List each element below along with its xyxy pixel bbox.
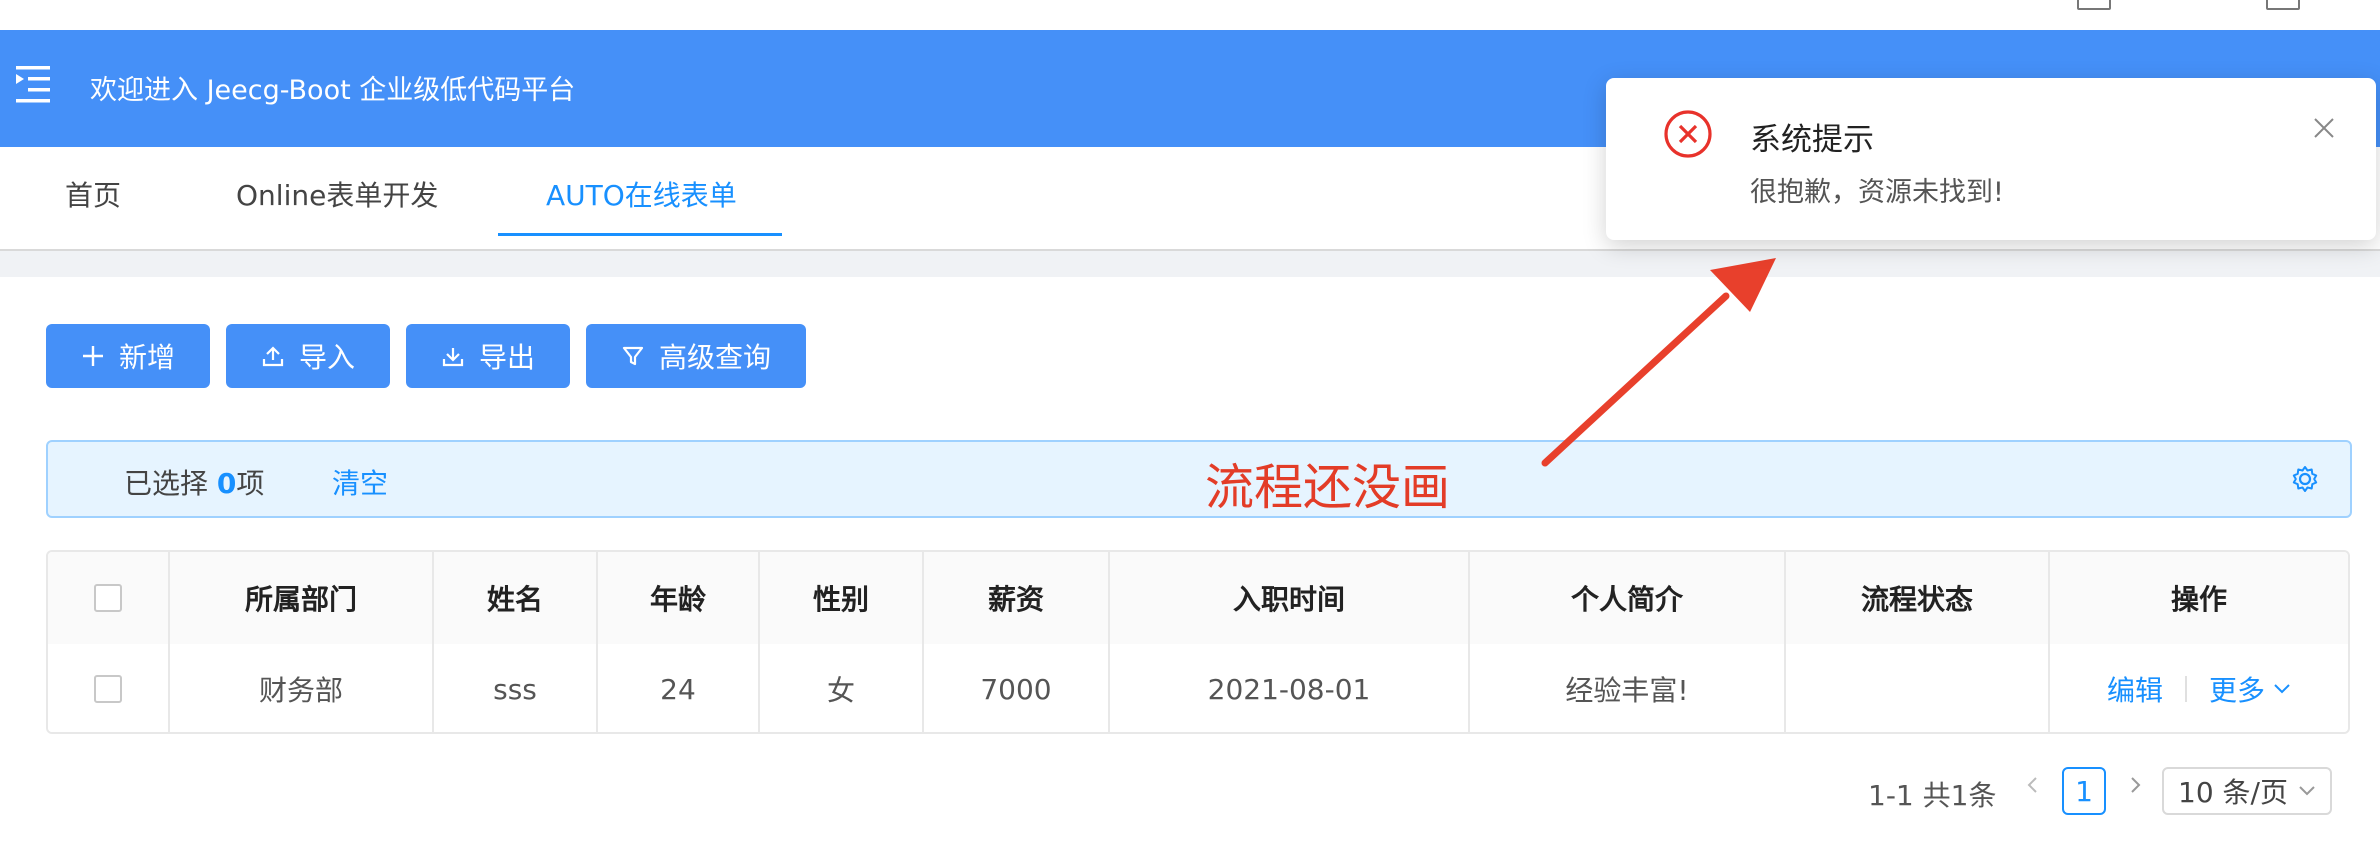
top-strip	[0, 0, 2380, 30]
filter-icon	[622, 346, 644, 366]
export-button-label: 导出	[478, 341, 535, 374]
column-header: 薪资	[924, 552, 1110, 644]
selection-info: 已选择 0项	[124, 462, 264, 502]
cell-actions: 编辑 更多	[2050, 644, 2348, 732]
header-select-all-cell	[48, 552, 170, 644]
column-header: 操作	[2170, 583, 2227, 616]
close-icon[interactable]	[2312, 116, 2336, 144]
import-button-label: 导入	[298, 341, 355, 374]
pagination-total: 1-1 共1条	[1868, 779, 1997, 812]
column-header: 所属部门	[170, 552, 434, 644]
column-header: 入职时间	[1110, 552, 1470, 644]
add-button-label: 新增	[118, 341, 175, 374]
tab-auto-online-form[interactable]: AUTO在线表单	[546, 174, 737, 214]
error-notification: 系统提示 很抱歉，资源未找到!	[1606, 78, 2376, 240]
header-title: 欢迎进入 Jeecg-Boot 企业级低代码平台	[90, 75, 576, 106]
more-dropdown[interactable]: 更多	[2209, 669, 2291, 709]
column-header: 姓名	[434, 552, 598, 644]
tab-home[interactable]: 首页	[65, 174, 121, 214]
prev-page-icon[interactable]	[2022, 770, 2042, 808]
content-divider	[0, 251, 2380, 277]
cell-age: 24	[598, 644, 760, 732]
page-size-select[interactable]: 10 条/页	[2162, 767, 2332, 815]
column-header: 性别	[760, 552, 924, 644]
selection-alert: 已选择 0项 清空	[46, 440, 2352, 518]
window-icon	[2266, 0, 2300, 10]
cell-intro: 经验丰富!	[1470, 644, 1786, 732]
menu-fold-icon[interactable]	[12, 64, 54, 104]
cell-salary: 7000	[924, 644, 1110, 732]
cell-gender: 女	[760, 644, 924, 732]
notification-title: 系统提示	[1750, 122, 1874, 158]
page-size-label: 10 条/页	[2178, 776, 2288, 809]
add-button[interactable]: 新增	[46, 324, 210, 388]
cell-hire-date: 2021-08-01	[1110, 644, 1470, 732]
download-icon	[442, 348, 464, 367]
export-button[interactable]: 导出	[406, 324, 570, 388]
upload-icon	[262, 346, 284, 367]
chevron-down-icon	[2274, 684, 2290, 694]
page-number-button[interactable]: 1	[2062, 767, 2106, 815]
gear-icon[interactable]	[2290, 464, 2320, 498]
row-checkbox[interactable]	[94, 675, 122, 703]
error-circle-icon	[1662, 108, 1714, 164]
cell-flow-status	[1786, 644, 2050, 732]
tab-online-form-dev[interactable]: Online表单开发	[236, 174, 438, 214]
more-label: 更多	[2209, 674, 2266, 707]
column-header: 年龄	[598, 552, 760, 644]
plus-icon	[82, 346, 103, 366]
select-all-checkbox[interactable]	[94, 584, 122, 612]
advanced-query-button[interactable]: 高级查询	[586, 324, 806, 388]
action-divider	[2185, 676, 2187, 702]
cell-dept: 财务部	[170, 644, 434, 732]
row-select-cell	[48, 644, 170, 732]
chevron-down-icon	[2299, 786, 2315, 796]
selection-suffix: 项	[236, 467, 265, 500]
clear-selection-link[interactable]: 清空	[332, 462, 388, 502]
column-header: 个人简介	[1470, 552, 1786, 644]
selection-prefix: 已选择	[124, 467, 217, 500]
active-tab-indicator	[498, 233, 782, 236]
table-header: 所属部门 姓名 年龄 性别 薪资 入职时间 个人简介 流程状态 操作	[48, 552, 2348, 646]
notification-message: 很抱歉，资源未找到!	[1750, 177, 2004, 208]
next-page-icon[interactable]	[2126, 770, 2146, 808]
advanced-query-button-label: 高级查询	[658, 341, 771, 374]
data-table: 所属部门 姓名 年龄 性别 薪资 入职时间 个人简介 流程状态 操作 财务部 s…	[46, 550, 2350, 734]
edit-link[interactable]: 编辑	[2107, 669, 2163, 709]
selection-count: 0	[216, 467, 237, 500]
table-row: 财务部 sss 24 女 7000 2021-08-01 经验丰富! 编辑 更多	[48, 644, 2348, 732]
column-header: 流程状态	[1786, 552, 2050, 644]
import-button[interactable]: 导入	[226, 324, 390, 388]
cell-name: sss	[434, 644, 598, 732]
window-icon	[2077, 0, 2111, 10]
annotation-text: 流程还没画	[1205, 459, 1451, 516]
